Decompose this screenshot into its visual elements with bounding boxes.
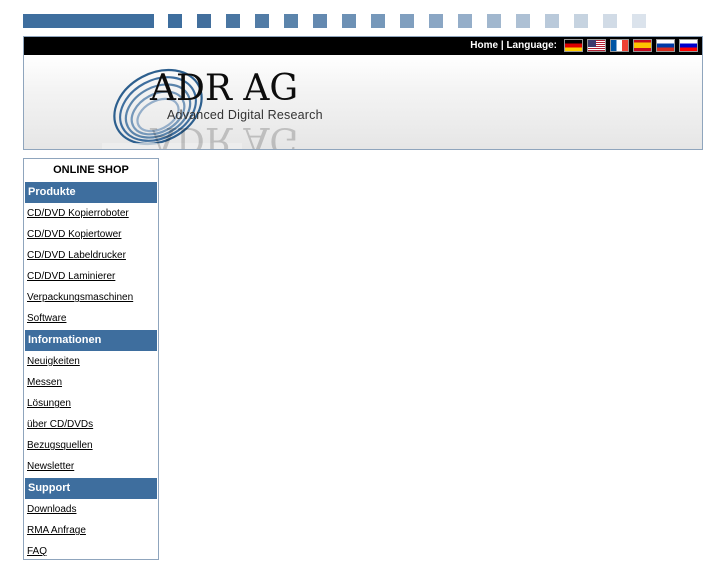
strip-square [516, 14, 530, 28]
sidebar-shop-nav: ONLINE SHOP Produkte CD/DVD Kopierrobote… [23, 158, 159, 560]
nav-link-labeldrucker[interactable]: CD/DVD Labeldrucker [24, 245, 158, 266]
nav-link-software[interactable]: Software [24, 308, 158, 329]
header-banner: ADR AG Advanced Digital Research Advance… [24, 55, 702, 149]
strip-square [284, 14, 298, 28]
nav-link-faq[interactable]: FAQ [24, 541, 158, 562]
nav-link-kopiertower[interactable]: CD/DVD Kopiertower [24, 224, 158, 245]
strip-square [168, 14, 182, 28]
nav-link-loesungen[interactable]: Lösungen [24, 393, 158, 414]
flag-french-icon[interactable] [610, 39, 629, 52]
flag-english-icon[interactable] [587, 39, 606, 52]
section-support: Support [25, 477, 157, 499]
language-label: Language: [506, 40, 557, 51]
nav-link-laminierer[interactable]: CD/DVD Laminierer [24, 266, 158, 287]
flag-slovenian-icon[interactable] [679, 39, 698, 52]
nav-link-rma-anfrage[interactable]: RMA Anfrage [24, 520, 158, 541]
language-flags [564, 39, 698, 53]
nav-link-ueber-cd-dvds[interactable]: über CD/DVDs [24, 414, 158, 435]
nav-link-bezugsquellen[interactable]: Bezugsquellen [24, 435, 158, 456]
nav-link-messen[interactable]: Messen [24, 372, 158, 393]
logo-reflection: Advanced Digital Research ADR AG [150, 119, 318, 150]
section-informationen: Informationen [25, 329, 157, 351]
strip-square [400, 14, 414, 28]
strip-square [371, 14, 385, 28]
strip-square [313, 14, 327, 28]
nav-link-kopierroboter[interactable]: CD/DVD Kopierroboter [24, 203, 158, 224]
top-decorative-strip [23, 14, 703, 28]
link-separator: | [500, 40, 504, 51]
nav-link-newsletter[interactable]: Newsletter [24, 456, 158, 477]
shop-title: ONLINE SHOP [53, 164, 129, 176]
flag-german-icon[interactable] [564, 39, 583, 52]
strip-bar [23, 14, 154, 28]
nav-link-downloads[interactable]: Downloads [24, 499, 158, 520]
flag-spanish-icon[interactable] [633, 39, 652, 52]
strip-square [574, 14, 588, 28]
home-link[interactable]: Home [470, 40, 498, 51]
site-header: Home | Language: ADR AG Advanced Digital… [23, 36, 703, 150]
strip-square [197, 14, 211, 28]
flag-russian-icon[interactable] [656, 39, 675, 52]
strip-square [603, 14, 617, 28]
strip-square [255, 14, 269, 28]
strip-square [487, 14, 501, 28]
strip-square [545, 14, 559, 28]
nav-link-verpackungsmaschinen[interactable]: Verpackungsmaschinen [24, 287, 158, 308]
strip-square [429, 14, 443, 28]
strip-square [226, 14, 240, 28]
header-links: Home | Language: [470, 40, 557, 51]
logo-title: ADR AG [150, 68, 299, 109]
strip-square [458, 14, 472, 28]
logo-title-reflection: ADR AG [150, 119, 299, 150]
section-produkte: Produkte [25, 181, 157, 203]
strip-square [342, 14, 356, 28]
strip-square [632, 14, 646, 28]
nav-link-neuigkeiten[interactable]: Neuigkeiten [24, 351, 158, 372]
